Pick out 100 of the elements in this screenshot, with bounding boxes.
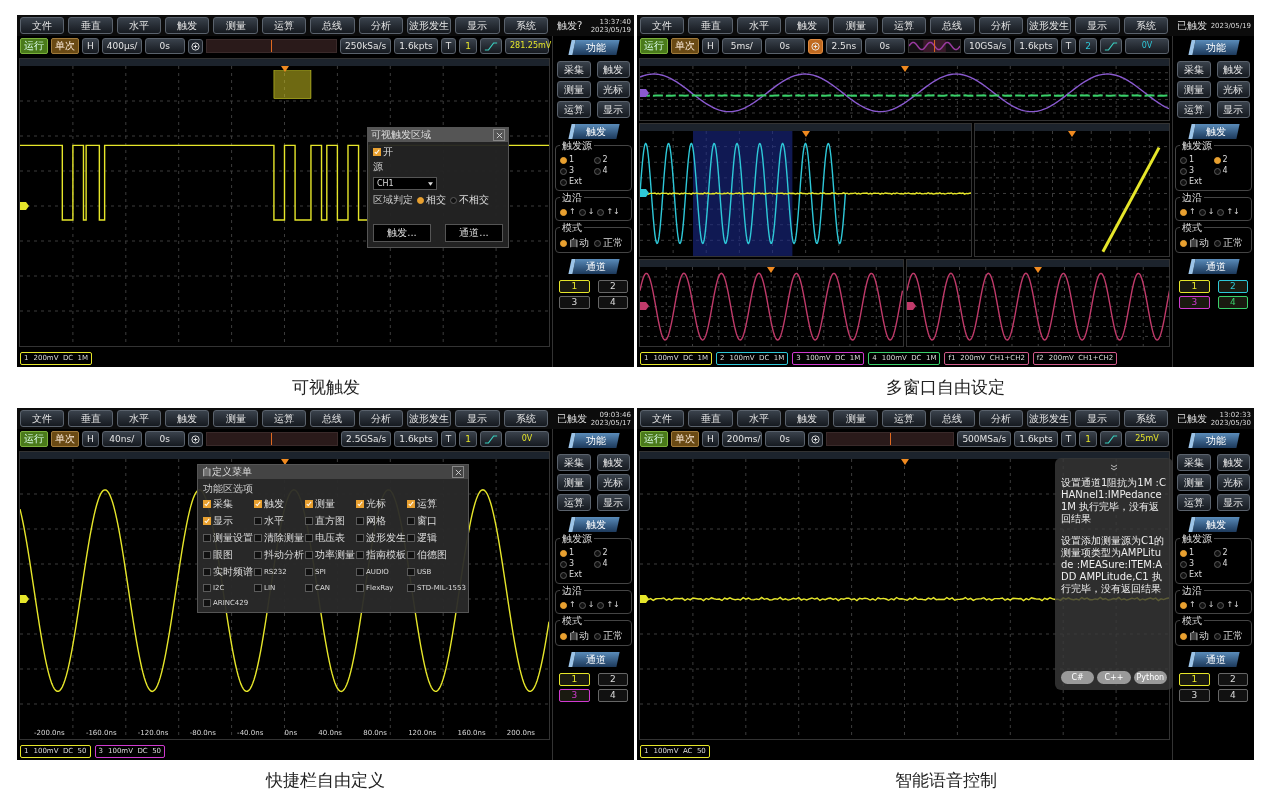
edge-button[interactable] xyxy=(1100,431,1122,447)
sample-rate-field[interactable]: 10GSa/s xyxy=(963,38,1012,54)
run-button[interactable]: 运行 xyxy=(20,431,48,447)
zoom-button[interactable] xyxy=(807,38,823,54)
menu-button[interactable]: 测量 xyxy=(213,410,258,427)
channel-button[interactable]: 2 xyxy=(597,673,628,686)
channel-marker-icon[interactable] xyxy=(20,202,29,210)
menu-button[interactable]: 文件 xyxy=(20,410,65,427)
trigger-level-field[interactable]: 0V xyxy=(505,431,549,447)
function-button[interactable]: 测量 xyxy=(1177,474,1211,491)
checkbox-option[interactable]: 眼图 xyxy=(203,550,251,560)
function-button[interactable]: 运算 xyxy=(557,494,591,511)
channel-tab[interactable]: 通道 xyxy=(1187,652,1240,667)
record-overview[interactable] xyxy=(907,39,961,53)
channel-button[interactable]: 3 xyxy=(1179,296,1210,309)
timebase-field[interactable]: 40ns/ xyxy=(101,431,142,447)
radio-option[interactable]: ↑ xyxy=(560,208,576,216)
radio-option[interactable]: 1 xyxy=(560,156,594,164)
menu-button[interactable]: 显示 xyxy=(1075,410,1120,427)
sample-rate-field[interactable]: 500MSa/s xyxy=(957,431,1012,447)
radio-option[interactable]: Ext xyxy=(1180,571,1214,579)
function-button[interactable]: 运算 xyxy=(1177,101,1211,118)
menu-button[interactable]: 触发 xyxy=(165,17,210,34)
trigger-label[interactable]: T xyxy=(1060,431,1077,447)
zoom-button[interactable] xyxy=(187,431,203,447)
trigger-source-field[interactable]: 1 xyxy=(459,431,477,447)
radio-option[interactable]: 2 xyxy=(593,156,627,164)
function-button[interactable]: 测量 xyxy=(1177,81,1211,98)
radio-option[interactable]: ↑↓ xyxy=(1217,208,1240,216)
menu-button[interactable]: 触发 xyxy=(165,410,210,427)
radio-option[interactable]: 自动 xyxy=(1180,238,1209,248)
function-button[interactable]: 采集 xyxy=(557,61,591,78)
radio-option[interactable]: 3 xyxy=(1180,167,1214,175)
menu-button[interactable]: 显示 xyxy=(1075,17,1120,34)
menu-button[interactable]: 分析 xyxy=(978,17,1023,34)
horizontal-label[interactable]: H xyxy=(702,431,719,447)
menu-button[interactable]: 测量 xyxy=(833,17,878,34)
channel-marker-icon[interactable] xyxy=(640,189,649,198)
radio-option[interactable]: ↑ xyxy=(1180,601,1196,609)
function-button[interactable]: 测量 xyxy=(557,81,591,98)
checkbox-option[interactable]: 开 xyxy=(373,147,503,157)
channel-button[interactable]: 3 xyxy=(1179,689,1210,702)
checkbox-option[interactable]: 显示 xyxy=(203,516,251,526)
radio-option[interactable]: Ext xyxy=(1180,178,1214,186)
menu-button[interactable]: 文件 xyxy=(20,17,65,34)
horizontal-label[interactable]: H xyxy=(702,38,719,54)
timebase-field[interactable]: 200ms/ xyxy=(721,431,762,447)
radio-option[interactable]: ↓ xyxy=(578,601,595,609)
radio-option[interactable]: 正常 xyxy=(1214,631,1243,641)
function-tab[interactable]: 功能 xyxy=(567,433,620,448)
trigger-label[interactable]: T xyxy=(1060,38,1077,54)
edge-button[interactable] xyxy=(480,431,502,447)
radio-option[interactable]: 1 xyxy=(560,549,594,557)
function-button[interactable]: 采集 xyxy=(1177,454,1211,471)
checkbox-option[interactable]: 网格 xyxy=(356,516,404,526)
channel-button[interactable]: 2 xyxy=(1217,673,1248,686)
trigger-region[interactable] xyxy=(273,70,312,99)
menu-button[interactable]: 水平 xyxy=(116,17,162,34)
menu-button[interactable]: 分析 xyxy=(358,410,403,427)
edge-button[interactable] xyxy=(480,38,502,54)
menu-button[interactable]: 分析 xyxy=(978,410,1023,427)
collapse-icon[interactable] xyxy=(1110,464,1118,471)
menu-button[interactable]: 垂直 xyxy=(688,410,733,427)
run-button[interactable]: 运行 xyxy=(640,431,668,447)
menu-button[interactable]: 显示 xyxy=(455,410,500,427)
timebase-field[interactable]: 5ms/ xyxy=(721,38,762,54)
checkbox-option[interactable]: 运算 xyxy=(407,499,469,509)
menu-button[interactable]: 波形发生 xyxy=(406,410,452,427)
channel-tab[interactable]: 通道 xyxy=(567,652,620,667)
radio-option[interactable]: ↑↓ xyxy=(597,601,620,609)
radio-option[interactable]: Ext xyxy=(560,178,594,186)
radio-option[interactable]: 不相交 xyxy=(450,195,489,205)
menu-button[interactable]: 分析 xyxy=(358,17,403,34)
radio-option[interactable]: ↑ xyxy=(560,601,576,609)
offset-field[interactable]: 0s xyxy=(764,431,805,447)
offset-field[interactable]: 0s xyxy=(144,431,185,447)
trigger-level-field[interactable]: 25mV xyxy=(1125,431,1169,447)
function-button[interactable]: 光标 xyxy=(596,474,630,491)
channel-marker-icon[interactable] xyxy=(20,595,29,603)
zoom-button[interactable] xyxy=(187,38,203,54)
run-button[interactable]: 运行 xyxy=(20,38,48,54)
run-button[interactable]: 运行 xyxy=(640,38,668,54)
function-button[interactable]: 触发 xyxy=(596,454,630,471)
timebase-field[interactable]: 400μs/ xyxy=(101,38,142,54)
menu-button[interactable]: 运算 xyxy=(261,17,307,34)
single-button[interactable]: 单次 xyxy=(671,431,699,447)
menu-button[interactable]: 运算 xyxy=(881,410,927,427)
function-button[interactable]: 触发 xyxy=(1216,454,1250,471)
trigger-tab[interactable]: 触发 xyxy=(1187,517,1240,532)
menu-button[interactable]: 触发 xyxy=(785,410,830,427)
checkbox-option[interactable]: 指南模板 xyxy=(356,550,404,560)
trigger-tab[interactable]: 触发 xyxy=(1187,124,1240,139)
radio-option[interactable]: 正常 xyxy=(594,238,623,248)
menu-button[interactable]: 测量 xyxy=(213,17,258,34)
radio-option[interactable]: ↑ xyxy=(1180,208,1196,216)
source-dropdown[interactable]: CH1 xyxy=(373,177,437,190)
radio-option[interactable]: 3 xyxy=(1180,560,1214,568)
checkbox-option[interactable]: 测量 xyxy=(305,499,353,509)
radio-option[interactable]: 4 xyxy=(1213,167,1247,175)
menu-button[interactable]: 系统 xyxy=(1123,410,1168,427)
